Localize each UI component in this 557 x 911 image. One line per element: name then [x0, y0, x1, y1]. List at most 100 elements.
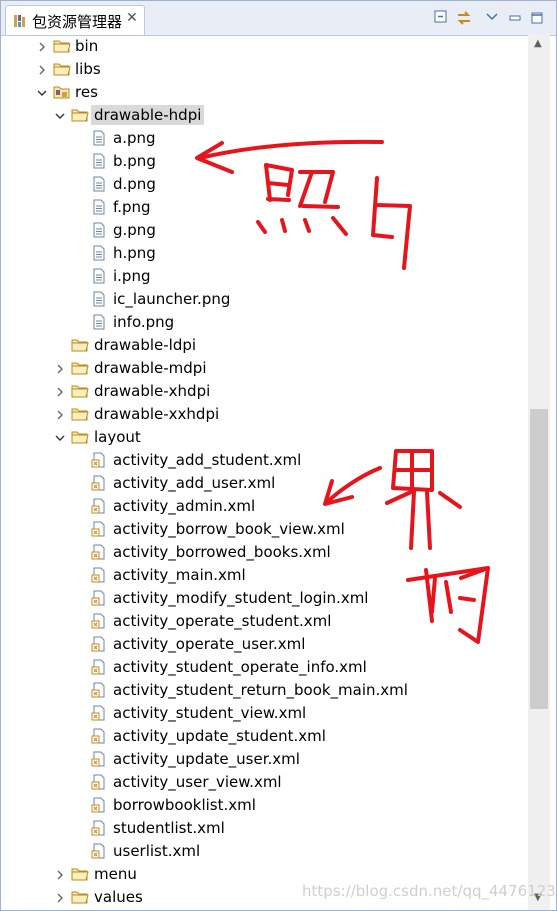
- tree-item-label: d.png: [113, 175, 156, 193]
- tree-file-item[interactable]: info.png: [1, 311, 528, 334]
- tree-file-item[interactable]: activity_operate_student.xml: [1, 610, 528, 633]
- tree-file-item[interactable]: f.png: [1, 196, 528, 219]
- tree-item-label: ic_launcher.png: [113, 290, 231, 308]
- folder-icon: [53, 38, 71, 54]
- image-file-icon: [91, 153, 109, 169]
- folder-icon: [71, 337, 89, 353]
- xml-file-icon: [91, 475, 109, 491]
- folder-icon: [71, 889, 89, 905]
- tree-file-item[interactable]: borrowbooklist.xml: [1, 794, 528, 817]
- tree-folder-item[interactable]: layout: [1, 426, 528, 449]
- maximize-icon[interactable]: [531, 10, 543, 28]
- tree-file-item[interactable]: b.png: [1, 150, 528, 173]
- tree-file-item[interactable]: studentlist.xml: [1, 817, 528, 840]
- tree-file-item[interactable]: activity_user_view.xml: [1, 771, 528, 794]
- package-explorer-icon: [13, 14, 27, 32]
- tree-item-label: a.png: [113, 129, 156, 147]
- collapse-all-icon[interactable]: [433, 9, 449, 29]
- chevron-down-icon[interactable]: [55, 430, 65, 442]
- chevron-right-icon[interactable]: [55, 361, 65, 374]
- tab-title: 包资源管理器: [32, 13, 123, 31]
- tree-file-item[interactable]: activity_add_student.xml: [1, 449, 528, 472]
- tree-file-item[interactable]: d.png: [1, 173, 528, 196]
- view-menu-icon[interactable]: [486, 8, 498, 26]
- tree-item-label: drawable-ldpi: [94, 336, 197, 354]
- tree-file-item[interactable]: activity_borrowed_books.xml: [1, 541, 528, 564]
- tree-item-label: h.png: [113, 244, 156, 262]
- tree-file-item[interactable]: activity_update_student.xml: [1, 725, 528, 748]
- tree-file-item[interactable]: h.png: [1, 242, 528, 265]
- vertical-scrollbar[interactable]: ▲ ▼: [528, 35, 550, 910]
- xml-file-icon: [91, 636, 109, 652]
- xml-file-icon: [91, 682, 109, 698]
- project-tree: bin libs res drawable-hdpi a.png b.png d.png f.…: [1, 35, 528, 910]
- xml-file-icon: [91, 774, 109, 790]
- tree-item-label: drawable-hdpi: [91, 105, 205, 125]
- tree-file-item[interactable]: activity_admin.xml: [1, 495, 528, 518]
- folder-icon: [71, 360, 89, 376]
- tree-file-item[interactable]: activity_borrow_book_view.xml: [1, 518, 528, 541]
- tree-file-item[interactable]: activity_student_return_book_main.xml: [1, 679, 528, 702]
- tree-item-label: activity_student_view.xml: [113, 704, 307, 722]
- tree-item-label: activity_modify_student_login.xml: [113, 589, 369, 607]
- xml-file-icon: [91, 452, 109, 468]
- xml-file-icon: [91, 728, 109, 744]
- chevron-right-icon[interactable]: [37, 62, 47, 75]
- tree-item-label: i.png: [113, 267, 151, 285]
- tree-folder-item[interactable]: drawable-xhdpi: [1, 380, 528, 403]
- scroll-up-arrow-icon[interactable]: ▲: [534, 38, 542, 49]
- tree-file-item[interactable]: a.png: [1, 127, 528, 150]
- tree-item-label: activity_update_user.xml: [113, 750, 300, 768]
- chevron-down-icon[interactable]: [55, 108, 65, 120]
- tree-file-item[interactable]: userlist.xml: [1, 840, 528, 863]
- image-file-icon: [91, 245, 109, 261]
- tree-file-item[interactable]: activity_update_user.xml: [1, 748, 528, 771]
- chevron-down-icon[interactable]: [37, 85, 47, 97]
- tab-package-explorer[interactable]: 包资源管理器 ✕: [5, 5, 145, 35]
- tree-item-label: layout: [94, 428, 141, 446]
- chevron-right-icon[interactable]: [37, 39, 47, 52]
- folder-icon: [53, 61, 71, 77]
- chevron-right-icon[interactable]: [55, 890, 65, 903]
- tree-folder-item[interactable]: bin: [1, 35, 528, 58]
- chevron-right-icon[interactable]: [55, 407, 65, 420]
- xml-file-icon: [91, 613, 109, 629]
- tree-folder-item[interactable]: libs: [1, 58, 528, 81]
- scrollbar-thumb[interactable]: [530, 409, 548, 709]
- image-file-icon: [91, 176, 109, 192]
- tree-file-item[interactable]: activity_student_operate_info.xml: [1, 656, 528, 679]
- source-folder-icon: [53, 84, 71, 100]
- tree-folder-item[interactable]: res: [1, 81, 528, 104]
- tree-file-item[interactable]: activity_student_view.xml: [1, 702, 528, 725]
- minimize-icon[interactable]: [509, 10, 521, 28]
- tree-file-item[interactable]: ic_launcher.png: [1, 288, 528, 311]
- chevron-right-icon[interactable]: [55, 867, 65, 880]
- tree-item-label: drawable-mdpi: [94, 359, 207, 377]
- tree-item-label: drawable-xhdpi: [94, 382, 211, 400]
- image-file-icon: [91, 291, 109, 307]
- xml-file-icon: [91, 659, 109, 675]
- link-with-editor-icon[interactable]: [455, 9, 473, 31]
- tree-item-label: g.png: [113, 221, 156, 239]
- tree-file-item[interactable]: activity_modify_student_login.xml: [1, 587, 528, 610]
- tree-file-item[interactable]: activity_add_user.xml: [1, 472, 528, 495]
- image-file-icon: [91, 199, 109, 215]
- tree-folder-item[interactable]: drawable-xxhdpi: [1, 403, 528, 426]
- tree-folder-item[interactable]: drawable-mdpi: [1, 357, 528, 380]
- folder-icon: [71, 866, 89, 882]
- tree-file-item[interactable]: activity_operate_user.xml: [1, 633, 528, 656]
- tree-item-label: info.png: [113, 313, 175, 331]
- tree-item-label: res: [75, 83, 98, 101]
- tree-file-item[interactable]: i.png: [1, 265, 528, 288]
- xml-file-icon: [91, 590, 109, 606]
- tree-file-item[interactable]: activity_main.xml: [1, 564, 528, 587]
- tree-file-item[interactable]: g.png: [1, 219, 528, 242]
- tree-folder-item[interactable]: drawable-hdpi: [1, 104, 528, 127]
- chevron-right-icon[interactable]: [55, 384, 65, 397]
- tree-item-label: activity_add_user.xml: [113, 474, 276, 492]
- close-icon[interactable]: ✕: [126, 10, 138, 26]
- tree-folder-item[interactable]: drawable-ldpi: [1, 334, 528, 357]
- watermark: https://blog.csdn.net/qq_4476123: [302, 882, 556, 900]
- tree-item-label: userlist.xml: [113, 842, 201, 860]
- image-file-icon: [91, 268, 109, 284]
